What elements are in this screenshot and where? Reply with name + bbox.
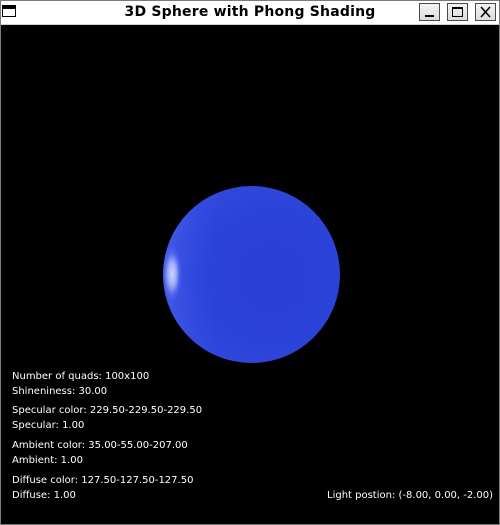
phong-sphere	[163, 186, 340, 363]
specular-label: Specular: 1.00	[12, 420, 85, 431]
close-icon	[480, 6, 491, 18]
maximize-button[interactable]	[447, 3, 468, 21]
title-bar[interactable]: 3D Sphere with Phong Shading	[1, 1, 499, 25]
ambient-label: Ambient: 1.00	[12, 455, 83, 466]
diffuse-label: Diffuse: 1.00	[12, 490, 76, 501]
quads-label: Number of quads: 100x100	[12, 371, 150, 382]
ambient-color-label: Ambient color: 35.00-55.00-207.00	[12, 440, 188, 451]
diffuse-color-label: Diffuse color: 127.50-127.50-127.50	[12, 475, 194, 486]
specular-color-label: Specular color: 229.50-229.50-229.50	[12, 405, 203, 416]
close-button[interactable]	[475, 3, 496, 21]
minimize-button[interactable]	[419, 3, 440, 21]
app-window: 3D Sphere with Phong Shading Number of q…	[0, 0, 500, 525]
render-canvas[interactable]: Number of quads: 100x100 Shineniness: 30…	[1, 25, 499, 524]
maximize-icon	[452, 7, 463, 17]
shininess-label: Shineniness: 30.00	[12, 386, 108, 397]
light-position-label: Light postion: (-8.00, 0.00, -2.00)	[327, 490, 494, 501]
minimize-icon	[425, 15, 434, 17]
